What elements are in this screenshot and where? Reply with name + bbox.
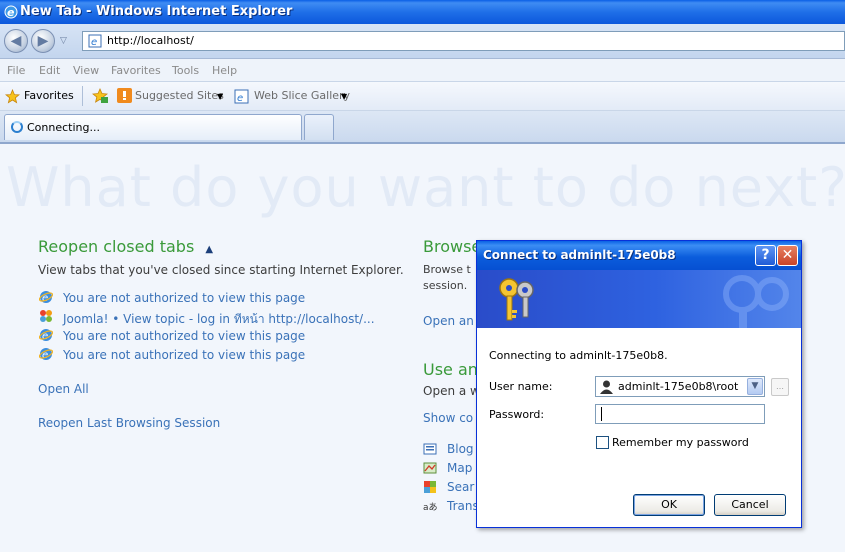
dialog-body: Connecting to adminlt-175e0b8. User name… — [477, 328, 801, 527]
password-field[interactable] — [595, 404, 765, 424]
cancel-button[interactable]: Cancel — [714, 494, 786, 516]
favorites-bar: Favorites Suggested Sites ▼ e Web Slice … — [0, 82, 845, 111]
text-cursor — [601, 407, 602, 421]
reopen-description: View tabs that you've closed since start… — [38, 263, 404, 277]
menu-favorites[interactable]: Favorites — [111, 64, 161, 77]
help-button[interactable]: ? — [755, 245, 776, 266]
web-slice-icon: e — [234, 89, 249, 104]
web-slice-gallery-link[interactable]: Web Slice Gallery — [254, 89, 350, 102]
dialog-title: Connect to adminlt-175e0b8 — [483, 248, 676, 262]
separator — [82, 86, 83, 106]
dialog-banner — [477, 270, 801, 328]
browse-credentials-button[interactable]: … — [771, 378, 789, 396]
window-title-bar: e New Tab - Windows Internet Explorer — [0, 0, 845, 24]
svg-text:e: e — [237, 93, 243, 104]
connect-dialog: Connect to adminlt-175e0b8 ? ✕ Connectin… — [476, 240, 802, 528]
menu-edit[interactable]: Edit — [39, 64, 60, 77]
username-field[interactable]: adminlt-175e0b8\root ▼ — [595, 376, 765, 397]
password-label: Password: — [489, 408, 545, 421]
address-bar[interactable]: e http://localhost/ — [82, 31, 845, 51]
browse-open-link[interactable]: Open an — [423, 314, 474, 328]
suggested-sites-dropdown-icon[interactable]: ▼ — [217, 92, 223, 101]
page-heading: What do you want to do next? — [6, 156, 845, 219]
search-icon — [424, 481, 436, 493]
suggested-sites-icon — [117, 88, 132, 103]
ie-page-icon: e — [39, 348, 53, 361]
menu-file[interactable]: File — [7, 64, 25, 77]
accelerator-blog-link[interactable]: Blog — [447, 442, 474, 456]
tab-label: Connecting... — [27, 121, 100, 134]
tab-row: Connecting... — [0, 111, 845, 144]
keys-icon — [499, 278, 534, 321]
forward-button[interactable]: ▶ — [31, 29, 55, 53]
closed-tab-link-3[interactable]: You are not authorized to view this page — [63, 329, 305, 343]
open-all-link[interactable]: Open All — [38, 382, 89, 396]
browse-description-2: session. — [423, 279, 468, 292]
menu-view[interactable]: View — [73, 64, 99, 77]
add-to-favorites-icon[interactable] — [92, 88, 109, 104]
accelerator-map-link[interactable]: Map — [447, 461, 472, 475]
loading-spinner-icon — [11, 121, 23, 133]
username-label: User name: — [489, 380, 553, 393]
closed-tab-link-4[interactable]: You are not authorized to view this page — [63, 348, 305, 362]
help-icon: ? — [761, 247, 770, 263]
remember-password-checkbox[interactable] — [596, 436, 609, 449]
close-icon: ✕ — [781, 247, 794, 263]
username-value: adminlt-175e0b8\root — [618, 380, 739, 393]
user-icon — [600, 380, 613, 394]
keys-watermark-icon — [723, 275, 789, 328]
svg-text:aあ: aあ — [423, 502, 437, 513]
show-copied-link[interactable]: Show co — [423, 411, 473, 425]
page-icon: e — [88, 34, 102, 48]
close-button[interactable]: ✕ — [777, 245, 798, 266]
window-title: New Tab - Windows Internet Explorer — [20, 4, 293, 19]
favorites-star-icon — [5, 89, 20, 104]
tab-connecting[interactable]: Connecting... — [4, 114, 302, 140]
closed-tab-link-1[interactable]: You are not authorized to view this page — [63, 291, 305, 305]
username-dropdown-icon[interactable]: ▼ — [747, 378, 763, 395]
favorites-button[interactable]: Favorites — [24, 89, 74, 102]
blog-icon — [423, 443, 437, 455]
reopen-last-session-link[interactable]: Reopen Last Browsing Session — [38, 416, 220, 430]
use-accelerator-heading: Use an — [423, 360, 478, 379]
reopen-closed-tabs-heading: Reopen closed tabs ▲ — [38, 237, 213, 256]
svg-text:e: e — [91, 37, 97, 48]
back-arrow-icon: ◀ — [10, 33, 22, 49]
reopen-heading-text: Reopen closed tabs — [38, 237, 195, 256]
history-dropdown-icon[interactable]: ▽ — [60, 36, 67, 46]
map-icon — [423, 462, 437, 474]
svg-text:e: e — [7, 6, 15, 19]
web-slice-dropdown-icon[interactable]: ▼ — [341, 92, 347, 101]
browse-heading: Browse — [423, 237, 482, 256]
new-tab-button[interactable] — [304, 114, 334, 140]
accelerator-translate-link[interactable]: Trans — [447, 499, 479, 513]
menu-help[interactable]: Help — [212, 64, 237, 77]
menu-tools[interactable]: Tools — [172, 64, 199, 77]
forward-arrow-icon: ▶ — [37, 33, 49, 49]
collapse-chevron-icon[interactable]: ▲ — [205, 244, 213, 255]
dialog-title-bar: Connect to adminlt-175e0b8 ? ✕ — [477, 241, 801, 270]
back-button[interactable]: ◀ — [4, 29, 28, 53]
browse-description-1: Browse t — [423, 263, 471, 276]
suggested-sites-link[interactable]: Suggested Sites — [135, 89, 224, 102]
remember-password-label[interactable]: Remember my password — [612, 436, 749, 449]
address-toolbar: ◀ ▶ ▽ e http://localhost/ — [0, 24, 845, 59]
ie-page-icon: e — [39, 329, 53, 342]
connecting-message: Connecting to adminlt-175e0b8. — [489, 349, 668, 362]
use-description: Open a w — [423, 384, 480, 398]
ok-button[interactable]: OK — [633, 494, 705, 516]
translate-icon: aあ — [423, 502, 437, 513]
ie-page-icon: e — [39, 291, 53, 304]
internet-explorer-icon: e — [4, 5, 18, 19]
accelerator-search-link[interactable]: Sear — [447, 480, 474, 494]
address-url: http://localhost/ — [107, 34, 194, 47]
menu-bar: File Edit View Favorites Tools Help — [0, 59, 845, 82]
joomla-icon — [40, 310, 52, 322]
closed-tab-link-2[interactable]: Joomla! • View topic - log in ทีหน้า htt… — [63, 310, 375, 329]
